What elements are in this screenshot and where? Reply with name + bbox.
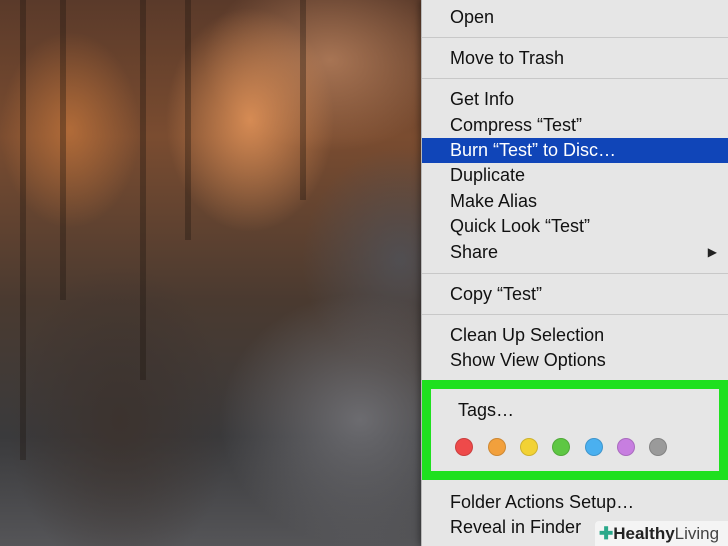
tag-purple-dot[interactable] xyxy=(617,438,635,456)
menu-item-burn-to-disc[interactable]: Burn “Test” to Disc… xyxy=(422,138,728,163)
tag-orange-dot[interactable] xyxy=(488,438,506,456)
tag-red-dot[interactable] xyxy=(455,438,473,456)
menu-item-show-view-options[interactable]: Show View Options xyxy=(422,348,728,373)
rock-streak xyxy=(140,0,146,380)
submenu-arrow-icon: ▶ xyxy=(707,245,717,259)
healthy-living-watermark: ✚HealthyLiving xyxy=(595,521,728,546)
menu-separator xyxy=(422,314,728,315)
menu-item-quick-look[interactable]: Quick Look “Test” xyxy=(422,214,728,239)
tags-highlight-box: Tags… xyxy=(422,380,728,480)
menu-separator xyxy=(422,37,728,38)
rock-streak xyxy=(20,0,26,460)
rock-streak xyxy=(300,0,306,200)
tag-gray-dot[interactable] xyxy=(649,438,667,456)
menu-item-compress[interactable]: Compress “Test” xyxy=(422,113,728,138)
rock-streak xyxy=(60,0,66,300)
menu-item-tags[interactable]: Tags… xyxy=(458,400,514,421)
tag-yellow-dot[interactable] xyxy=(520,438,538,456)
menu-item-open[interactable]: Open xyxy=(422,5,728,30)
menu-item-duplicate[interactable]: Duplicate xyxy=(422,163,728,188)
plus-icon: ✚ xyxy=(599,524,614,543)
rock-streak xyxy=(185,0,191,240)
menu-item-copy[interactable]: Copy “Test” xyxy=(422,282,728,307)
menu-item-move-to-trash[interactable]: Move to Trash xyxy=(422,46,728,71)
tag-blue-dot[interactable] xyxy=(585,438,603,456)
tag-green-dot[interactable] xyxy=(552,438,570,456)
menu-item-clean-up-selection[interactable]: Clean Up Selection xyxy=(422,323,728,348)
watermark-word-healthy: Healthy xyxy=(613,524,675,543)
menu-separator xyxy=(422,273,728,274)
menu-item-make-alias[interactable]: Make Alias xyxy=(422,189,728,214)
menu-item-get-info[interactable]: Get Info xyxy=(422,87,728,112)
menu-item-share-label: Share xyxy=(450,242,499,262)
menu-separator xyxy=(422,78,728,79)
menu-item-folder-actions-setup[interactable]: Folder Actions Setup… xyxy=(422,490,728,515)
menu-item-share[interactable]: Share ▶ xyxy=(422,240,728,265)
watermark-word-living: Living xyxy=(674,524,720,543)
